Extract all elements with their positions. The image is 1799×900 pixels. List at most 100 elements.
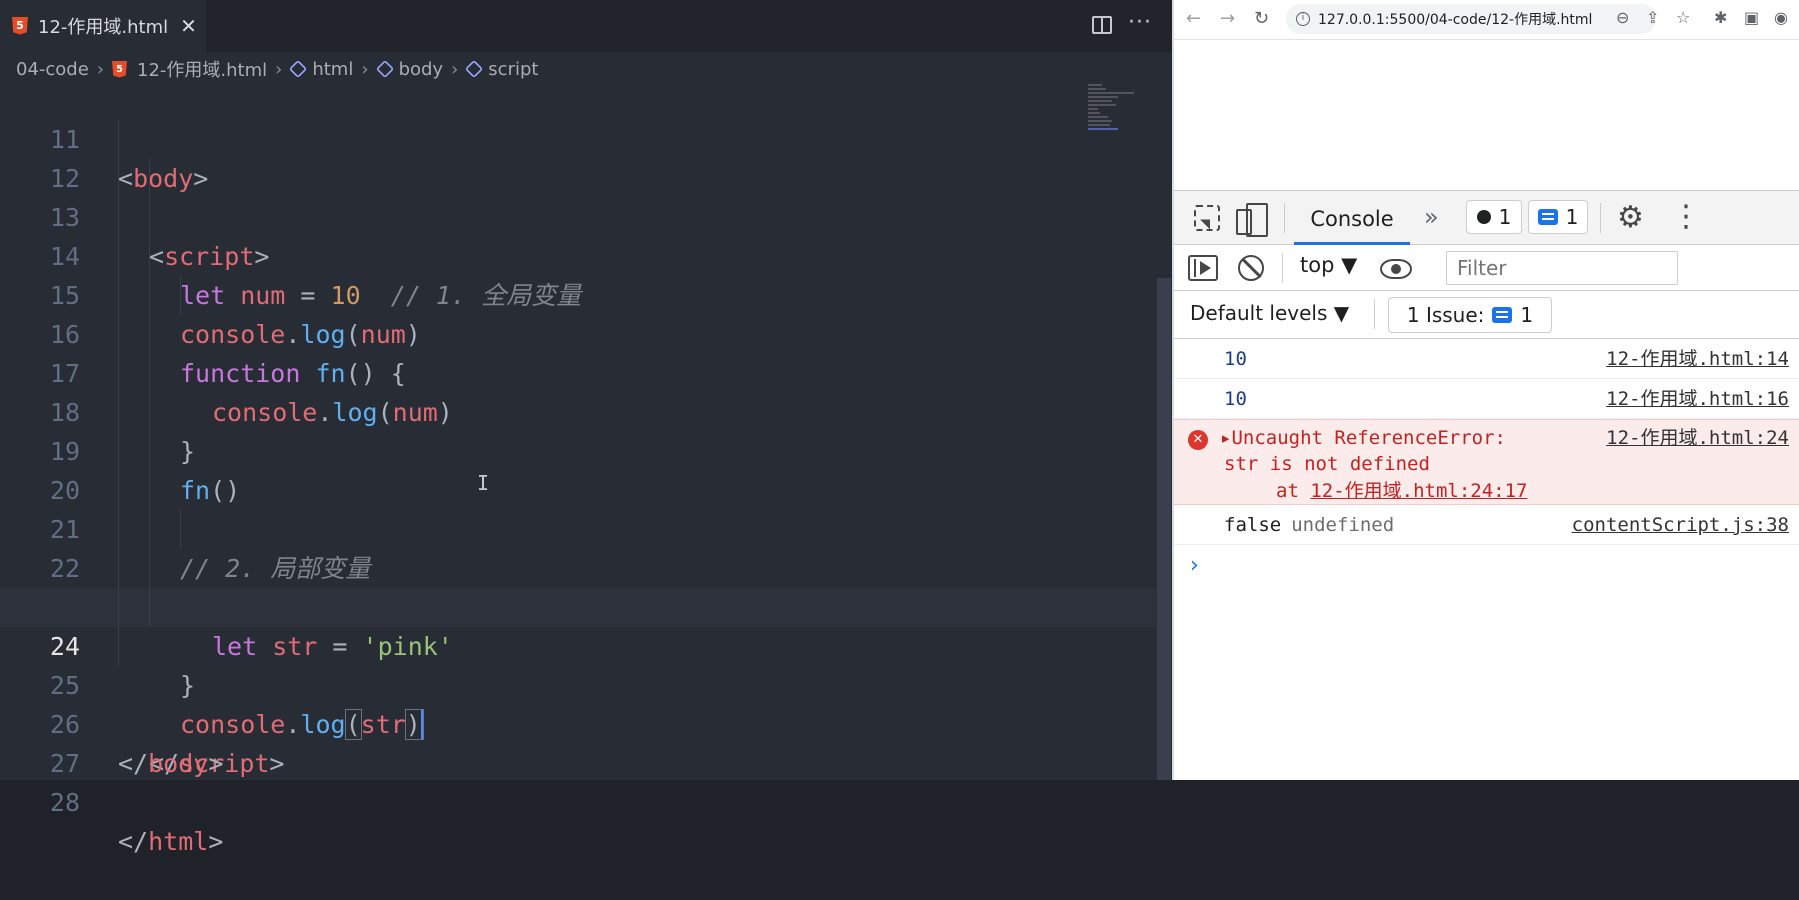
code-line[interactable]: 22 let str = 'pink' [0, 510, 1160, 661]
expand-triangle-icon[interactable]: ▸ [1220, 427, 1231, 449]
issue-bubble-icon [1492, 307, 1513, 323]
split-editor-icon[interactable] [1092, 16, 1112, 34]
code-line[interactable]: 26 </body> [0, 666, 1160, 778]
settings-gear-icon[interactable]: ⚙ [1617, 200, 1644, 235]
minimap[interactable] [1088, 84, 1150, 140]
address-bar[interactable]: i 127.0.0.1:5500/04-code/12-作用域.html [1286, 4, 1656, 34]
code-line[interactable]: 28 </html> [0, 744, 1160, 856]
code-line[interactable]: 21 function fun() { [0, 471, 1160, 622]
devtools-toolbar: Console » 1 1 ⚙ ⋮ [1174, 191, 1799, 245]
inspect-element-icon[interactable] [1194, 205, 1220, 231]
browser-toolbar: ← → ↻ i 127.0.0.1:5500/04-code/12-作用域.ht… [1174, 0, 1799, 40]
url-text: 127.0.0.1:5500/04-code/12-作用域.html [1318, 12, 1593, 28]
error-detail: str is not defined [1224, 453, 1430, 475]
more-tabs-icon[interactable]: » [1424, 203, 1439, 231]
back-icon[interactable]: ← [1186, 8, 1201, 29]
breadcrumb-script[interactable]: script [488, 59, 538, 80]
error-x-icon: ✕ [1188, 430, 1208, 450]
console-prompt[interactable]: › [1174, 545, 1799, 585]
breadcrumb-html[interactable]: html [312, 59, 353, 80]
chevron-right-icon: › [361, 58, 369, 80]
code-line[interactable]: 23 } [0, 549, 1160, 700]
devtools-panel: Console » 1 1 ⚙ ⋮ top ▼ Default levels ▼… [1174, 190, 1799, 780]
zoom-icon[interactable]: ⊖ [1616, 8, 1629, 27]
chevron-right-icon: › [96, 58, 105, 80]
code-line-active[interactable]: 24 console.log(str) [0, 588, 1160, 740]
extensions-icon[interactable]: ✱ [1714, 8, 1727, 27]
console-error-message: ✕ ▸Uncaught ReferenceError: str is not d… [1174, 419, 1799, 505]
code-line[interactable]: 25 </script> [0, 627, 1160, 778]
live-expression-eye-icon[interactable] [1380, 259, 1412, 279]
log-levels-dropdown[interactable]: Default levels ▼ [1190, 301, 1349, 325]
code-line[interactable]: 16 console.log(num) [0, 276, 1160, 427]
chevron-right-icon: › [275, 58, 283, 80]
side-panel-icon[interactable]: ▣ [1744, 8, 1759, 27]
error-title: Uncaught ReferenceError: [1231, 427, 1506, 449]
console-message: 10 12-作用域.html:16 [1174, 379, 1799, 419]
code-line[interactable]: 18 fn() [0, 354, 1160, 505]
message-text: false undefined [1224, 505, 1394, 545]
code-line[interactable]: 13 let num = 10 // 1. 全局变量 [0, 159, 1160, 310]
filter-input[interactable] [1446, 251, 1678, 285]
error-dot-icon [1476, 210, 1491, 224]
reload-icon[interactable]: ↻ [1254, 8, 1269, 29]
tab-console[interactable]: Console [1294, 191, 1410, 245]
bookmark-star-icon[interactable]: ☆ [1676, 8, 1690, 27]
code-line[interactable]: 19 [0, 393, 1160, 466]
message-source-link[interactable]: 12-作用域.html:16 [1606, 379, 1789, 419]
html5-icon: 5 [112, 60, 128, 78]
breadcrumb-folder[interactable]: 04-code [16, 59, 89, 80]
stack-at: at [1276, 480, 1299, 502]
code-area[interactable]: 11 <body> 12 <script> 13 let num = 10 //… [0, 81, 1160, 856]
console-filter-bar: top ▼ [1174, 245, 1799, 291]
close-icon[interactable]: ✕ [180, 14, 197, 38]
clear-console-icon[interactable] [1238, 255, 1264, 281]
code-line[interactable]: 11 <body> [0, 81, 1160, 193]
error-expand[interactable]: ▸Uncaught ReferenceError: [1220, 424, 1506, 452]
text-cursor-icon: I [477, 471, 490, 495]
console-message: 10 12-作用域.html:14 [1174, 339, 1799, 379]
more-actions-icon[interactable]: ··· [1128, 10, 1152, 35]
share-icon[interactable]: ⇪ [1646, 8, 1659, 27]
device-toolbar-icon[interactable] [1236, 203, 1268, 237]
error-count-badge[interactable]: 1 [1466, 200, 1522, 234]
code-line[interactable]: 12 <script> [0, 120, 1160, 271]
message-source-link[interactable]: 12-作用域.html:24 [1606, 424, 1789, 452]
sidebar-toggle-icon[interactable] [1188, 255, 1218, 281]
code-editor[interactable]: 5 12-作用域.html ✕ ··· 04-code › 5 12-作用域.h… [0, 0, 1172, 856]
stack-location-link[interactable]: 12-作用域.html:24:17 [1310, 480, 1527, 502]
browser-window: ← → ↻ i 127.0.0.1:5500/04-code/12-作用域.ht… [1172, 0, 1799, 780]
issue-count: 1 [1565, 205, 1579, 229]
code-text: </html> [118, 827, 224, 856]
page-viewport[interactable] [1174, 40, 1799, 190]
issues-button[interactable]: 1 Issue: 1 [1388, 297, 1552, 333]
code-line[interactable]: 27 [0, 705, 1160, 778]
forward-icon[interactable]: → [1220, 8, 1235, 29]
chevron-right-icon: › [451, 58, 459, 80]
editor-tab[interactable]: 5 12-作用域.html ✕ [0, 0, 206, 52]
log-levels-bar: Default levels ▼ 1 Issue: 1 [1174, 291, 1799, 339]
symbol-icon [375, 59, 394, 79]
code-line[interactable]: 17 } [0, 315, 1160, 466]
kebab-menu-icon[interactable]: ⋮ [1671, 199, 1701, 234]
site-info-icon[interactable]: i [1296, 12, 1310, 26]
html5-icon: 5 [12, 16, 28, 35]
code-line[interactable]: 20 // 2. 局部变量 [0, 432, 1160, 583]
value-false: false [1224, 514, 1282, 536]
symbol-icon [289, 59, 308, 79]
issue-bubble-icon [1537, 209, 1558, 225]
context-selector[interactable]: top ▼ [1300, 253, 1357, 277]
message-source-link[interactable]: 12-作用域.html:14 [1606, 339, 1789, 379]
value-undefined: undefined [1291, 514, 1395, 536]
breadcrumb-body[interactable]: body [399, 59, 444, 80]
profile-icon[interactable]: ◉ [1774, 8, 1788, 27]
editor-scrollbar[interactable] [1157, 278, 1171, 780]
message-source-link[interactable]: contentScript.js:38 [1572, 505, 1789, 545]
error-stack: at 12-作用域.html:24:17 [1276, 477, 1528, 505]
code-line[interactable]: 14 console.log(num) [0, 198, 1160, 349]
console-message: false undefined contentScript.js:38 [1174, 505, 1799, 545]
issue-count-badge[interactable]: 1 [1528, 200, 1588, 234]
breadcrumb-file[interactable]: 12-作用域.html [137, 56, 267, 82]
code-line[interactable]: 15 function fn() { [0, 237, 1160, 388]
line-number: 28 [49, 788, 80, 817]
